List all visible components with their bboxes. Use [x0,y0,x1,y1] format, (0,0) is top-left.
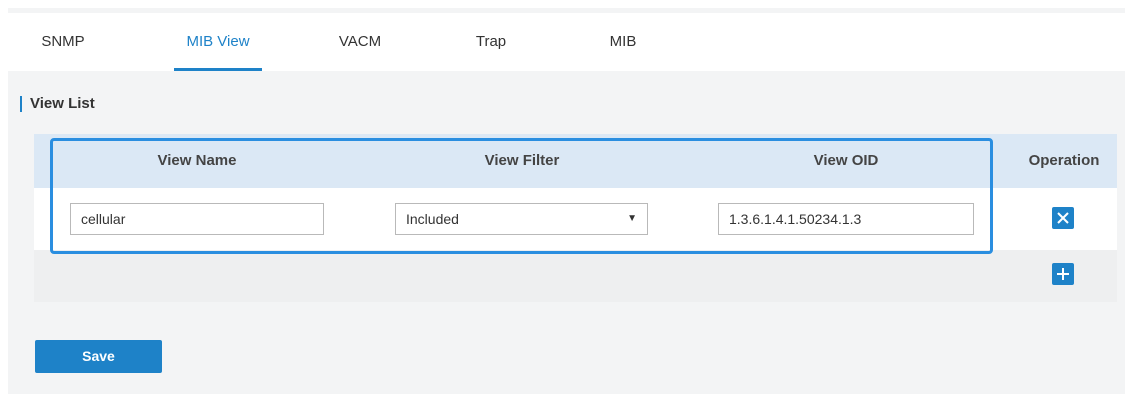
tab-mib-view[interactable]: MIB View [174,13,262,71]
tab-bar: SNMP MIB View VACM Trap MIB [8,13,1125,71]
close-icon [1057,212,1069,224]
plus-icon [1057,268,1069,280]
tab-mib[interactable]: MIB [599,13,647,71]
tab-label: MIB View [186,33,250,50]
tab-label: VACM [338,33,382,50]
delete-row-button[interactable] [1052,207,1074,229]
tab-trap[interactable]: Trap [469,13,513,71]
active-tab-underline [174,68,262,71]
tab-label: Trap [475,33,507,50]
section-title-bar [20,96,22,112]
header-operation: Operation [1028,152,1100,169]
tab-vacm[interactable]: VACM [328,13,392,71]
highlight-frame [50,138,993,254]
section-title: View List [20,94,95,114]
add-row-button[interactable] [1052,263,1074,285]
tab-label: MIB [609,33,637,50]
tab-label: SNMP [41,33,85,50]
save-button[interactable]: Save [35,340,162,373]
page: SNMP MIB View VACM Trap MIB View List Vi… [0,0,1134,403]
tab-snmp[interactable]: SNMP [39,13,87,71]
section-title-text: View List [30,95,95,112]
